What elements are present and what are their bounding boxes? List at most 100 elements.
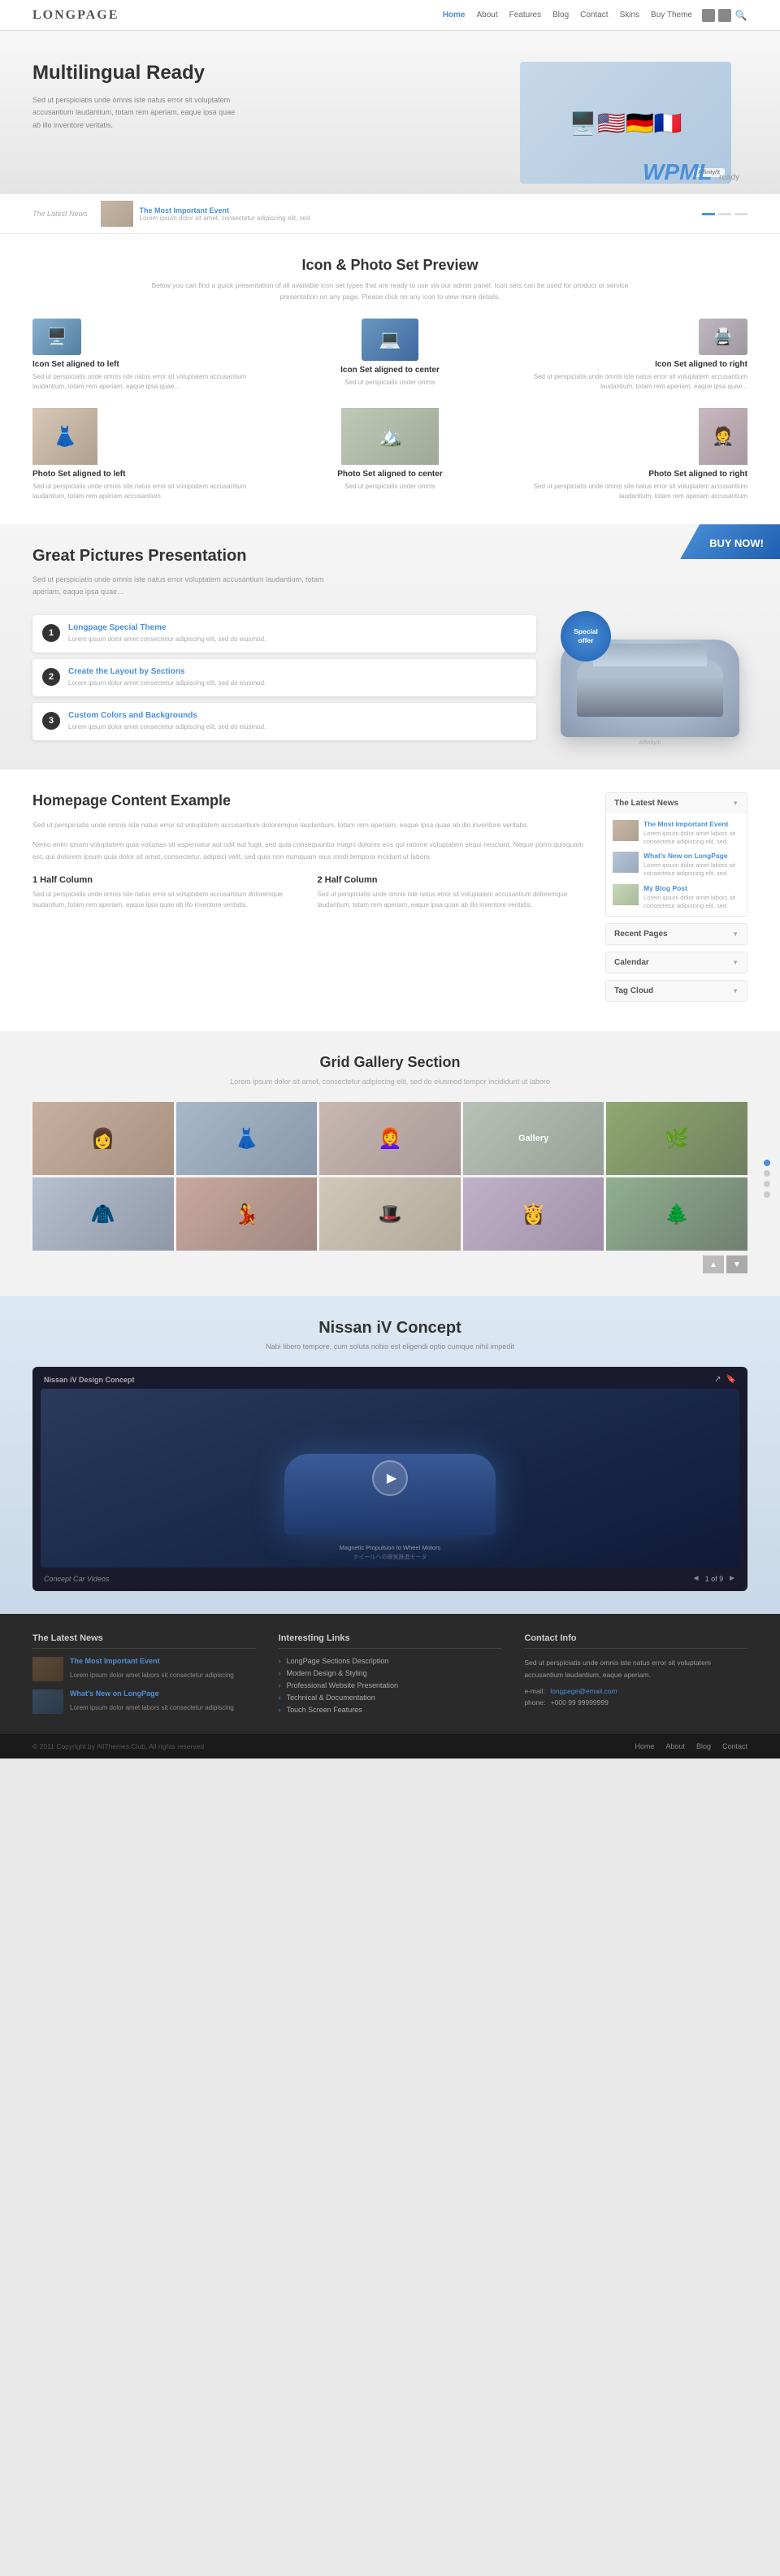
footer-news-1-link[interactable]: The Most Important Event — [70, 1657, 234, 1665]
gallery-cell-9[interactable]: 👸 — [463, 1177, 604, 1251]
icon-img-left[interactable]: 🖥️ — [32, 319, 81, 355]
hero-text: Multilingual Ready Sed ut perspiciatis u… — [32, 54, 504, 132]
video-prev-icon[interactable]: ◄ — [692, 1574, 700, 1583]
nav-skins[interactable]: Skins — [620, 11, 639, 20]
gallery-cell-5[interactable]: 🌿 — [606, 1102, 748, 1175]
col1-text: Sed ut perspiciatis unde omnis iste natu… — [32, 890, 301, 911]
icon-img-center[interactable]: 💻 — [362, 319, 418, 361]
photo-img-center[interactable]: 🏔️ — [341, 408, 439, 465]
photo-title-center: Photo Set aligned to center — [275, 470, 505, 479]
footer-link-2-text: Modern Design & Styling — [287, 1669, 367, 1677]
gallery-cell-3[interactable]: 👩‍🦰 — [319, 1102, 461, 1175]
widget-calendar-header[interactable]: Calendar ▼ — [606, 952, 747, 973]
video-screen[interactable]: ▶ Magnetic Propulsion to Wheel Motors ホイ… — [41, 1389, 739, 1568]
widget-news-3-text: Lorem ipsum dolor amet labors sit consec… — [644, 894, 740, 910]
search-icon[interactable]: 🔍 — [734, 9, 748, 22]
icon-img-right[interactable]: 🖨️ — [699, 319, 748, 355]
video-next-icon[interactable]: ► — [728, 1574, 736, 1583]
nav-blog[interactable]: Blog — [552, 11, 569, 20]
homepage-section: Homepage Content Example Sed ut perspici… — [0, 770, 780, 1032]
widget-latest-news-header[interactable]: The Latest News ▼ — [606, 793, 747, 813]
great-item-3-title[interactable]: Custom Colors and Backgrounds — [68, 711, 266, 720]
footer-news-2-link[interactable]: What's New on LongPage — [70, 1689, 234, 1698]
video-caption: Magnetic Propulsion to Wheel Motors ホイール… — [340, 1543, 441, 1561]
footer-link-2[interactable]: › Modern Design & Styling — [279, 1669, 502, 1677]
footer-news-item-2: What's New on LongPage Lorem ipsum dolor… — [32, 1689, 256, 1714]
footer-news-2-text: Lorem ipsum dolor amet labors sit consec… — [70, 1704, 234, 1711]
gallery-next-btn[interactable]: ▼ — [726, 1255, 748, 1273]
footer-nav-about[interactable]: About — [665, 1742, 685, 1750]
news-item-1: The Most Important Event Lorem ipsum dol… — [101, 201, 310, 227]
icon-text-left: Sed ut perspiciatis unde omnis iste natu… — [32, 372, 262, 392]
gallery-cell-7[interactable]: 💃 — [176, 1177, 318, 1251]
news-link[interactable]: The Most Important Event — [140, 206, 310, 215]
footer-links-title: Interesting Links — [279, 1633, 502, 1649]
col1-title: 1 Half Column — [32, 875, 301, 885]
great-layout: 1 Longpage Special Theme Lorem ipsum dol… — [32, 615, 748, 747]
nav-contact[interactable]: Contact — [580, 11, 608, 20]
footer-copyright: © 2011 Copyright by AllThemes.Club, All … — [32, 1742, 204, 1750]
video-share-icon[interactable]: ↗ — [714, 1375, 721, 1384]
widget-tag-cloud-header[interactable]: Tag Cloud ▼ — [606, 981, 747, 1001]
gallery-title: Grid Gallery Section — [32, 1054, 748, 1071]
footer-nav-contact[interactable]: Contact — [722, 1742, 748, 1750]
gallery-cell-2[interactable]: 👗 — [176, 1102, 318, 1175]
widget-news-3-link[interactable]: My Blog Post — [644, 884, 740, 892]
widget-news-2-thumb — [613, 852, 639, 873]
homepage-sidebar: The Latest News ▼ The Most Important Eve… — [605, 792, 748, 1009]
footer-news-item-1: The Most Important Event Lorem ipsum dol… — [32, 1657, 256, 1681]
widget-recent-pages: Recent Pages ▼ — [605, 923, 748, 945]
photo-item-center: 🏔️ Photo Set aligned to center Sed ut pe… — [275, 408, 505, 501]
gallery-cell-6[interactable]: 🧥 — [32, 1177, 174, 1251]
photo-title-right: Photo Set aligned to right — [518, 470, 748, 479]
footer-news-1-thumb — [32, 1657, 63, 1681]
nav-icon-2[interactable] — [718, 9, 731, 22]
widget-calendar: Calendar ▼ — [605, 952, 748, 974]
footer-phone-label: phone: — [524, 1698, 545, 1706]
footer-email-value[interactable]: longpage@email.com — [550, 1687, 617, 1695]
great-item-3-text: Lorem ipsum dolor amet consectetur adipi… — [68, 722, 266, 732]
great-item-2-text: Lorem ipsum dolor amet consectetur adipi… — [68, 679, 266, 688]
nav-about[interactable]: About — [477, 11, 498, 20]
nav-features[interactable]: Features — [509, 11, 541, 20]
icon-title-left: Icon Set aligned to left — [32, 360, 262, 369]
icon-item-right: 🖨️ Icon Set aligned to right Sed ut pers… — [518, 319, 748, 392]
great-item-2-title[interactable]: Create the Layout by Sections — [68, 667, 266, 676]
gallery-cell-10[interactable]: 🌲 — [606, 1177, 748, 1251]
footer-link-4[interactable]: › Technical & Documentation — [279, 1693, 502, 1702]
nav-buy[interactable]: Buy Theme — [651, 11, 692, 20]
photo-img-right[interactable]: 🤵 — [699, 408, 748, 465]
widget-latest-news-body: The Most Important Event Lorem ipsum dol… — [606, 813, 747, 917]
footer-link-3[interactable]: › Professional Website Presentation — [279, 1681, 502, 1689]
icon-section-title: Icon & Photo Set Preview — [32, 257, 748, 274]
nav-icons: 🔍 — [702, 9, 748, 22]
hero-title: Multilingual Ready — [32, 62, 504, 85]
footer-nav-home[interactable]: Home — [635, 1742, 654, 1750]
gallery-prev-btn[interactable]: ▲ — [703, 1255, 724, 1273]
nav-icon-1[interactable] — [702, 9, 715, 22]
nav-home[interactable]: Home — [443, 11, 466, 20]
great-item-1-title[interactable]: Longpage Special Theme — [68, 623, 266, 632]
footer-link-4-text: Technical & Documentation — [287, 1693, 375, 1702]
special-offer-text: Specialoffer — [574, 627, 598, 645]
video-bookmark-icon[interactable]: 🔖 — [726, 1375, 736, 1384]
footer-cols: The Latest News The Most Important Event… — [32, 1633, 748, 1718]
news-label: The Latest News — [32, 210, 88, 218]
video-label-text: Nissan iV Design Concept — [44, 1376, 135, 1384]
widget-news-3-thumb — [613, 884, 639, 905]
widget-news-2-link[interactable]: What's New on LongPage — [644, 852, 740, 860]
buy-now-badge[interactable]: BUY NOW! — [680, 524, 780, 559]
gallery-cell-1[interactable]: 👩 — [32, 1102, 174, 1175]
widget-recent-pages-header[interactable]: Recent Pages ▼ — [606, 924, 747, 944]
news-thumb — [101, 201, 133, 227]
photo-img-left[interactable]: 👗 — [32, 408, 98, 465]
widget-news-2-text: Lorem ipsum dolor amet labors sit consec… — [644, 861, 740, 878]
hero-section: Multilingual Ready Sed ut perspiciatis u… — [0, 31, 780, 193]
footer-link-5[interactable]: › Touch Screen Features — [279, 1706, 502, 1714]
widget-news-1-link[interactable]: The Most Important Event — [644, 820, 740, 828]
footer-link-1[interactable]: › LongPage Sections Description — [279, 1657, 502, 1665]
gallery-cell-8[interactable]: 🎩 — [319, 1177, 461, 1251]
gallery-cell-4[interactable]: Gallery — [463, 1102, 604, 1175]
footer-nav-blog[interactable]: Blog — [696, 1742, 711, 1750]
video-play-button[interactable]: ▶ — [372, 1460, 408, 1496]
